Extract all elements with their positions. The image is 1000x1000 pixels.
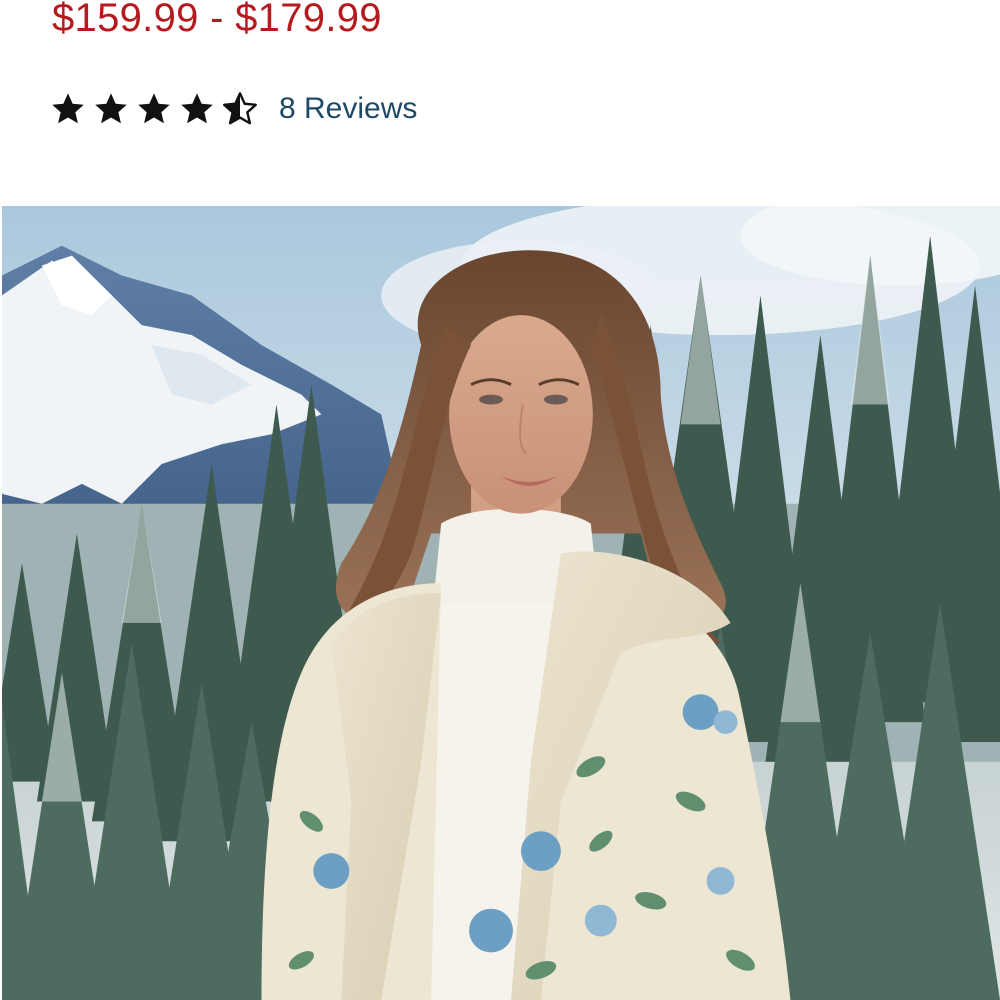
product-page: $159.99 - $179.99 8 Reviews [0, 0, 1000, 1000]
star-icon [95, 93, 127, 124]
star-icon [138, 93, 170, 124]
reviews-link[interactable]: 8 Reviews [279, 92, 417, 126]
star-icon [181, 93, 213, 124]
price-range: $159.99 - $179.99 [52, 0, 382, 40]
star-rating[interactable] [50, 91, 265, 127]
product-hero-image[interactable] [2, 206, 1000, 1000]
star-icon [52, 93, 84, 124]
half-star-icon [223, 92, 257, 125]
rating-row: 8 Reviews [50, 84, 417, 134]
